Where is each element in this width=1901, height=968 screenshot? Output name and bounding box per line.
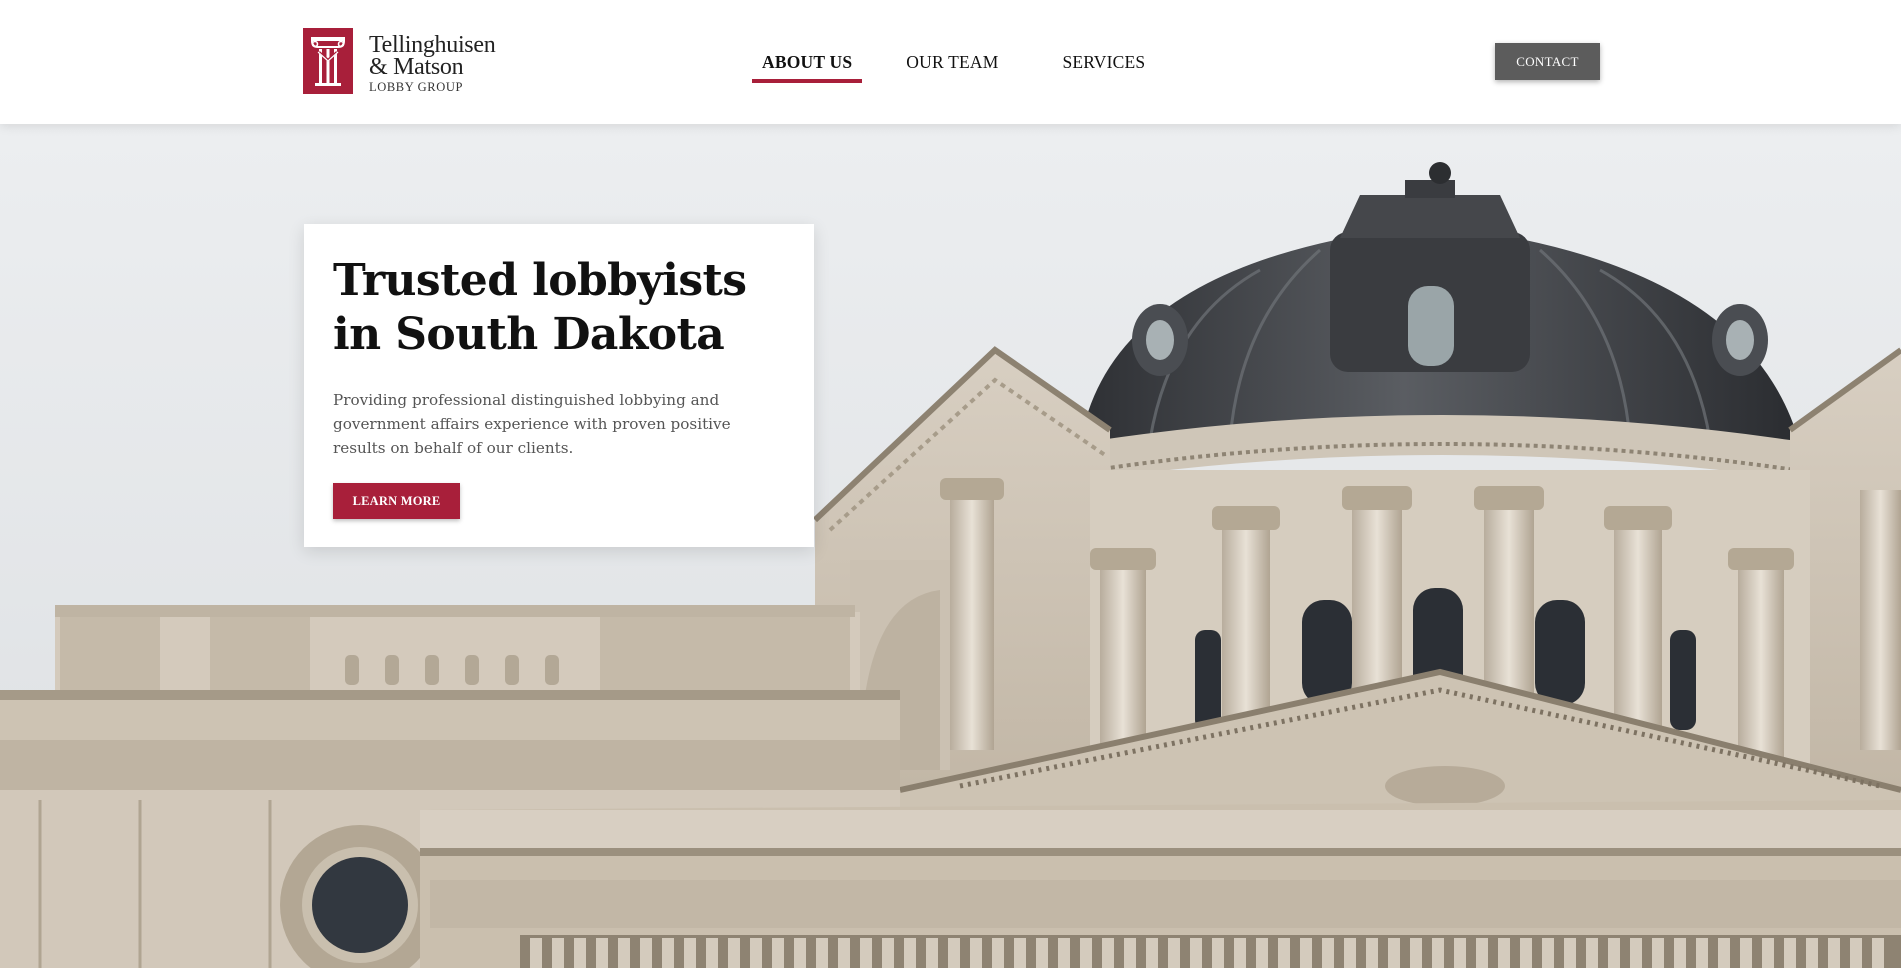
hero-description: Providing professional distinguished lob… (333, 391, 731, 457)
hero-title-line2: in South Dakota (333, 309, 725, 360)
nav-services[interactable]: SERVICES (1052, 0, 1155, 124)
site-header: Tellinghuisen & Matson LOBBY GROUP ABOUT… (0, 0, 1901, 124)
learn-more-button[interactable]: LEARN MORE (333, 483, 460, 519)
hero-title-line1: Trusted lobbyists (333, 255, 747, 306)
hero-title: Trusted lobbyists in South Dakota (333, 254, 785, 362)
main-nav: ABOUT US OUR TEAM SERVICES (752, 0, 1155, 124)
logo-name-line2: & Matson (369, 54, 464, 80)
capitol-dome-photo (0, 124, 1901, 968)
site-logo[interactable]: Tellinghuisen & Matson LOBBY GROUP (303, 28, 496, 94)
contact-button[interactable]: CONTACT (1495, 43, 1600, 80)
nav-our-team[interactable]: OUR TEAM (896, 0, 1008, 124)
logo-name-line1: Tellinghuisen (369, 32, 496, 58)
column-icon (303, 28, 353, 94)
hero-card: Trusted lobbyists in South Dakota Provid… (304, 224, 814, 547)
logo-wordmark: Tellinghuisen & Matson LOBBY GROUP (369, 32, 496, 94)
nav-about-us[interactable]: ABOUT US (752, 0, 863, 124)
logo-tagline: LOBBY GROUP (369, 80, 463, 94)
hero-section (0, 124, 1901, 968)
